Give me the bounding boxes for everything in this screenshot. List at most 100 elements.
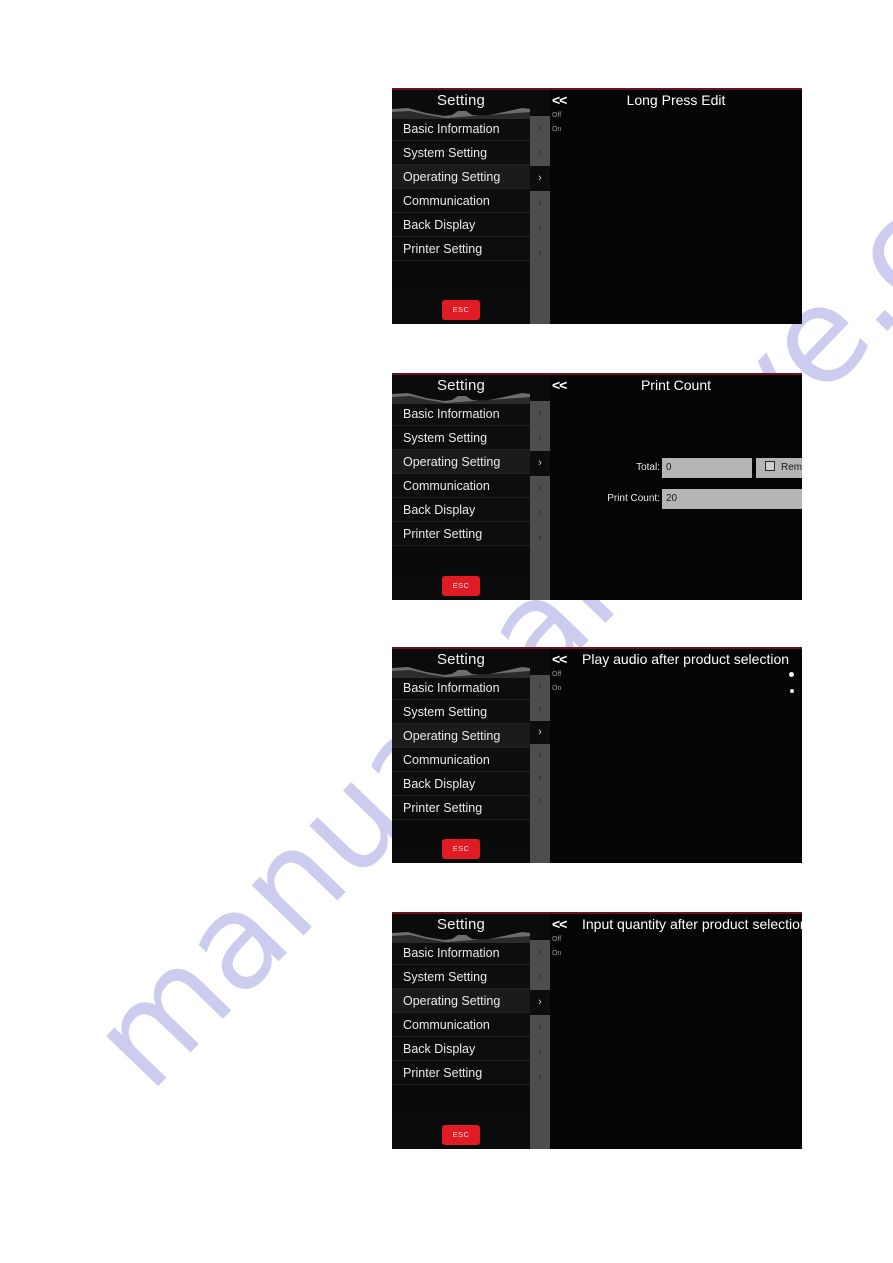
- esc-button[interactable]: ESC: [442, 576, 480, 596]
- rail-chevron-communication[interactable]: ›: [530, 744, 550, 767]
- device-screen-input-quantity-after-product-selection: Setting Basic Information System Setting…: [392, 912, 802, 1149]
- total-row: Total: 0 Reminder: [550, 458, 802, 478]
- sidebar-item-basic-information[interactable]: Basic Information: [392, 116, 530, 140]
- reminder-checkbox[interactable]: Reminder: [756, 458, 802, 478]
- sidebar-title: Setting: [436, 916, 486, 933]
- option-label-on: On: [552, 685, 562, 692]
- sidebar-item-system-setting[interactable]: System Setting: [392, 140, 530, 164]
- sidebar-item-system-setting[interactable]: System Setting: [392, 699, 530, 723]
- chevron-right-icon: ›: [538, 246, 542, 259]
- sidebar-item-operating-setting[interactable]: Operating Setting: [392, 723, 530, 747]
- sidebar-item-basic-information[interactable]: Basic Information: [392, 675, 530, 699]
- chevron-right-icon: ›: [538, 196, 542, 209]
- sidebar-chevron-rail[interactable]: › › › › › ›: [530, 649, 550, 863]
- device-screen-long-press-edit: Setting Basic Information System Setting…: [392, 88, 802, 324]
- sidebar-chevron-rail[interactable]: › › › › › ›: [530, 90, 550, 324]
- rail-scroll-thumb[interactable]: [530, 813, 550, 863]
- esc-button[interactable]: ESC: [442, 300, 480, 320]
- chevron-right-icon: ›: [538, 456, 542, 469]
- chevron-right-icon: ›: [538, 171, 542, 184]
- sidebar-item-label: Printer Setting: [403, 801, 483, 815]
- rail-scroll-thumb[interactable]: [530, 266, 550, 324]
- sidebar-item-label: System Setting: [403, 146, 488, 160]
- rail-chevron-operating-setting[interactable]: ›: [530, 721, 550, 744]
- rail-chevron-communication[interactable]: ›: [530, 476, 550, 501]
- chevron-right-icon: ›: [538, 702, 542, 715]
- chevron-right-icon: ›: [538, 531, 542, 544]
- rail-chevron-printer-setting[interactable]: ›: [530, 790, 550, 813]
- esc-button[interactable]: ESC: [442, 1125, 480, 1145]
- rail-chevron-communication[interactable]: ›: [530, 191, 550, 216]
- radio-button-off[interactable]: [789, 672, 794, 677]
- rail-chevron-basic-information[interactable]: ›: [530, 940, 550, 965]
- sidebar-item-printer-setting[interactable]: Printer Setting: [392, 236, 530, 260]
- rail-scroll-thumb[interactable]: [530, 551, 550, 600]
- sidebar-item-communication[interactable]: Communication: [392, 1012, 530, 1036]
- sidebar-chevron-rail[interactable]: › › › › › ›: [530, 914, 550, 1149]
- chevron-right-icon: ›: [538, 431, 542, 444]
- print-count-field[interactable]: 20: [662, 489, 802, 509]
- total-field[interactable]: 0: [662, 458, 752, 478]
- sidebar-item-back-display[interactable]: Back Display: [392, 771, 530, 795]
- sidebar-item-printer-setting[interactable]: Printer Setting: [392, 795, 530, 819]
- sidebar-empty-area: [392, 1084, 530, 1115]
- rail-chevron-basic-information[interactable]: ›: [530, 401, 550, 426]
- rail-chevron-operating-setting[interactable]: ›: [530, 451, 550, 476]
- sidebar-item-label: Communication: [403, 1018, 490, 1032]
- sidebar-item-communication[interactable]: Communication: [392, 473, 530, 497]
- sidebar-item-printer-setting[interactable]: Printer Setting: [392, 1060, 530, 1084]
- chevron-right-icon: ›: [538, 794, 542, 807]
- back-button[interactable]: <<: [552, 651, 567, 667]
- esc-button-area: ESC: [392, 838, 530, 859]
- rail-chevron-operating-setting[interactable]: ›: [530, 990, 550, 1015]
- rail-chevron-communication[interactable]: ›: [530, 1015, 550, 1040]
- rail-chevron-back-display[interactable]: ›: [530, 216, 550, 241]
- settings-sidebar: Setting Basic Information System Setting…: [392, 375, 530, 600]
- rail-chevron-printer-setting[interactable]: ›: [530, 526, 550, 551]
- sidebar-item-label: Basic Information: [403, 946, 500, 960]
- chevron-right-icon: ›: [538, 506, 542, 519]
- sidebar-menu: Basic Information System Setting Operati…: [392, 401, 530, 576]
- rail-chevron-printer-setting[interactable]: ›: [530, 241, 550, 266]
- sidebar-item-system-setting[interactable]: System Setting: [392, 425, 530, 449]
- chevron-right-icon: ›: [538, 725, 542, 738]
- sidebar-item-label: Back Display: [403, 218, 476, 232]
- sidebar-item-basic-information[interactable]: Basic Information: [392, 940, 530, 964]
- rail-chevron-back-display[interactable]: ›: [530, 1040, 550, 1065]
- sidebar-item-back-display[interactable]: Back Display: [392, 212, 530, 236]
- sidebar-item-operating-setting[interactable]: Operating Setting: [392, 164, 530, 188]
- sidebar-item-operating-setting[interactable]: Operating Setting: [392, 988, 530, 1012]
- rail-chevron-basic-information[interactable]: ›: [530, 116, 550, 141]
- rail-chevron-back-display[interactable]: ›: [530, 767, 550, 790]
- sidebar-title: Setting: [436, 92, 486, 109]
- option-label-on: On: [552, 950, 562, 957]
- rail-chevron-system-setting[interactable]: ›: [530, 698, 550, 721]
- sidebar-item-basic-information[interactable]: Basic Information: [392, 401, 530, 425]
- rail-chevron-printer-setting[interactable]: ›: [530, 1065, 550, 1090]
- rail-chevron-basic-information[interactable]: ›: [530, 675, 550, 698]
- radio-button-on[interactable]: [790, 689, 794, 693]
- sidebar-menu: Basic Information System Setting Operati…: [392, 116, 530, 291]
- back-button[interactable]: <<: [552, 916, 567, 932]
- rail-chevron-back-display[interactable]: ›: [530, 501, 550, 526]
- sidebar-item-communication[interactable]: Communication: [392, 188, 530, 212]
- sidebar-item-printer-setting[interactable]: Printer Setting: [392, 521, 530, 545]
- sidebar-chevron-rail[interactable]: › › › › › ›: [530, 375, 550, 600]
- esc-button[interactable]: ESC: [442, 839, 480, 859]
- sidebar-item-system-setting[interactable]: System Setting: [392, 964, 530, 988]
- sidebar-item-label: Operating Setting: [403, 729, 501, 743]
- sidebar-item-back-display[interactable]: Back Display: [392, 497, 530, 521]
- rail-chevron-system-setting[interactable]: ›: [530, 141, 550, 166]
- rail-chevron-system-setting[interactable]: ›: [530, 426, 550, 451]
- sidebar-item-back-display[interactable]: Back Display: [392, 1036, 530, 1060]
- chevron-right-icon: ›: [538, 121, 542, 134]
- device-screen-print-count: Setting Basic Information System Setting…: [392, 373, 802, 600]
- esc-button-area: ESC: [392, 299, 530, 320]
- page-title: Long Press Edit: [626, 92, 726, 108]
- rail-chevron-operating-setting[interactable]: ›: [530, 166, 550, 191]
- sidebar-item-operating-setting[interactable]: Operating Setting: [392, 449, 530, 473]
- rail-chevron-system-setting[interactable]: ›: [530, 965, 550, 990]
- sidebar-item-communication[interactable]: Communication: [392, 747, 530, 771]
- sidebar-menu: Basic Information System Setting Operati…: [392, 675, 530, 850]
- rail-scroll-thumb[interactable]: [530, 1090, 550, 1149]
